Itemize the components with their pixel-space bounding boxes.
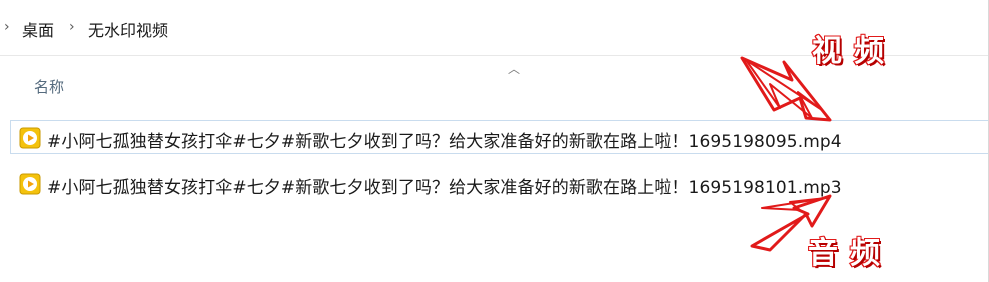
annotation-video-label: 视频 xyxy=(811,33,896,70)
annotation-audio-label: 音频 xyxy=(807,235,892,272)
